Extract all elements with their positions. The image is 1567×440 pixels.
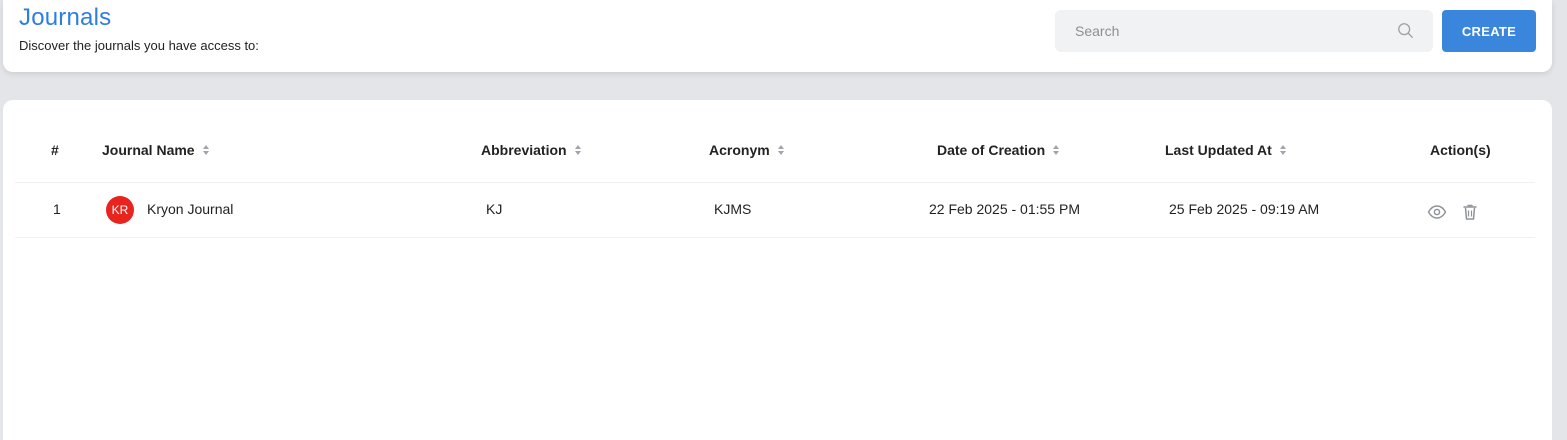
column-header-last-updated-at-label: Last Updated At — [1165, 142, 1272, 158]
column-header-actions-label: Action(s) — [1430, 142, 1491, 158]
column-header-index: # — [51, 142, 59, 158]
avatar: KR — [106, 196, 134, 224]
sort-icon[interactable] — [574, 144, 582, 156]
sort-icon[interactable] — [777, 144, 785, 156]
column-header-acronym[interactable]: Acronym — [709, 142, 785, 158]
eye-icon[interactable] — [1427, 202, 1447, 222]
table-row[interactable]: 1 KR Kryon Journal KJ KJMS 22 Feb 2025 -… — [15, 183, 1535, 238]
search-icon[interactable] — [1397, 22, 1415, 40]
column-header-journal-name[interactable]: Journal Name — [102, 142, 210, 158]
column-header-abbreviation[interactable]: Abbreviation — [481, 142, 582, 158]
column-header-index-label: # — [51, 142, 59, 158]
create-button[interactable]: CREATE — [1442, 10, 1536, 52]
search-box — [1055, 10, 1433, 52]
search-input[interactable] — [1055, 10, 1375, 52]
journal-name[interactable]: Kryon Journal — [147, 201, 233, 217]
column-header-date-of-creation[interactable]: Date of Creation — [937, 142, 1060, 158]
journals-table-card: # Journal Name Abbreviation Acronym Date… — [3, 100, 1552, 440]
column-header-journal-name-label: Journal Name — [102, 142, 195, 158]
page-title: Journals — [19, 4, 112, 31]
page-subtitle: Discover the journals you have access to… — [19, 38, 259, 53]
journal-acronym: KJMS — [714, 201, 752, 217]
journals-table: # Journal Name Abbreviation Acronym Date… — [15, 118, 1535, 238]
journal-date-of-creation: 22 Feb 2025 - 01:55 PM — [929, 201, 1080, 217]
page-header: Journals Discover the journals you have … — [3, 0, 1552, 72]
column-header-date-of-creation-label: Date of Creation — [937, 142, 1046, 158]
column-header-last-updated-at[interactable]: Last Updated At — [1165, 142, 1287, 158]
table-header: # Journal Name Abbreviation Acronym Date… — [15, 118, 1535, 183]
column-header-actions: Action(s) — [1430, 142, 1491, 158]
sort-icon[interactable] — [1052, 144, 1060, 156]
column-header-acronym-label: Acronym — [709, 142, 770, 158]
trash-icon[interactable] — [1460, 202, 1480, 222]
sort-icon[interactable] — [202, 144, 210, 156]
row-index: 1 — [53, 201, 61, 217]
column-header-abbreviation-label: Abbreviation — [481, 142, 567, 158]
sort-icon[interactable] — [1279, 144, 1287, 156]
journal-abbreviation: KJ — [486, 201, 503, 217]
journal-last-updated-at: 25 Feb 2025 - 09:19 AM — [1169, 201, 1320, 217]
